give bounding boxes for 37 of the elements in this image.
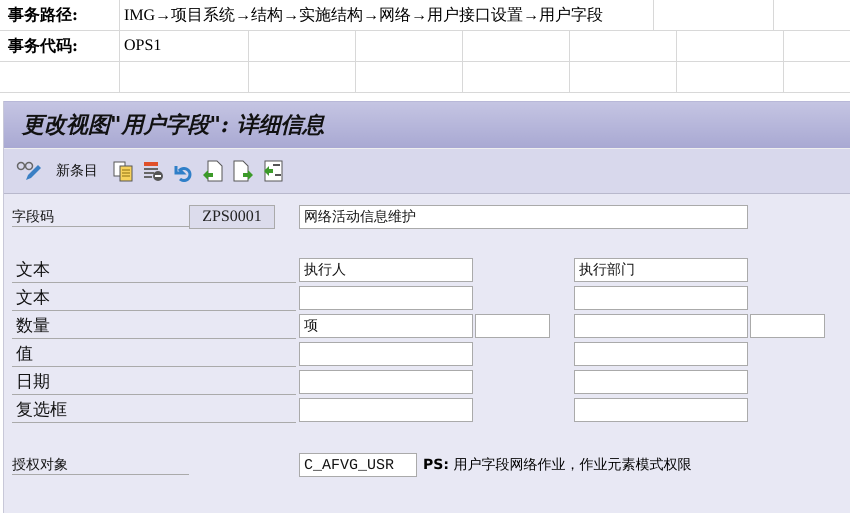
input-field[interactable] — [574, 398, 748, 422]
sheet-label: 事务路径: — [0, 0, 120, 30]
next-page-icon[interactable] — [232, 160, 254, 182]
input-field[interactable] — [574, 314, 748, 338]
authorization-field[interactable]: C_AFVG_USR — [299, 453, 417, 477]
input-field[interactable]: 执行人 — [299, 258, 473, 282]
input-field[interactable] — [475, 314, 550, 338]
input-field[interactable] — [574, 286, 748, 310]
field-label: 复选框 — [12, 398, 296, 422]
input-field[interactable] — [299, 370, 473, 394]
sheet-cell: IMG→项目系统→结构→实施结构→网络→用户接口设置→用户字段 — [120, 0, 654, 30]
delete-row-icon[interactable] — [142, 160, 164, 182]
input-field[interactable]: 执行部门 — [574, 258, 748, 282]
input-field[interactable] — [574, 370, 748, 394]
field-label: 日期 — [12, 370, 296, 394]
input-field[interactable] — [750, 314, 825, 338]
new-entries-button[interactable]: 新条目 — [50, 162, 104, 180]
input-field[interactable] — [299, 286, 473, 310]
window-title: 更改视图"用户字段": 详细信息 — [22, 111, 325, 140]
field-code: ZPS0001 — [189, 205, 275, 229]
input-field[interactable] — [299, 342, 473, 366]
sheet-label: 事务代码: — [0, 31, 120, 61]
field-label: 数量 — [12, 314, 296, 338]
note-text: PS: 用户字段网络作业，作业元素模式权限 — [423, 456, 692, 474]
field-label: 文本 — [12, 258, 296, 282]
sheet-cell: OPS1 — [120, 31, 249, 61]
field-label: 文本 — [12, 286, 296, 310]
input-field[interactable] — [574, 342, 748, 366]
field-label: 值 — [12, 342, 296, 366]
glasses-pencil-icon[interactable] — [16, 160, 42, 182]
input-field[interactable] — [299, 398, 473, 422]
copy-icon[interactable] — [112, 160, 134, 182]
input-field[interactable]: 项 — [299, 314, 473, 338]
export-list-icon[interactable] — [262, 160, 284, 182]
field-label: 授权对象 — [12, 456, 189, 474]
previous-page-icon[interactable] — [202, 160, 224, 182]
description-field[interactable]: 网络活动信息维护 — [299, 205, 748, 229]
